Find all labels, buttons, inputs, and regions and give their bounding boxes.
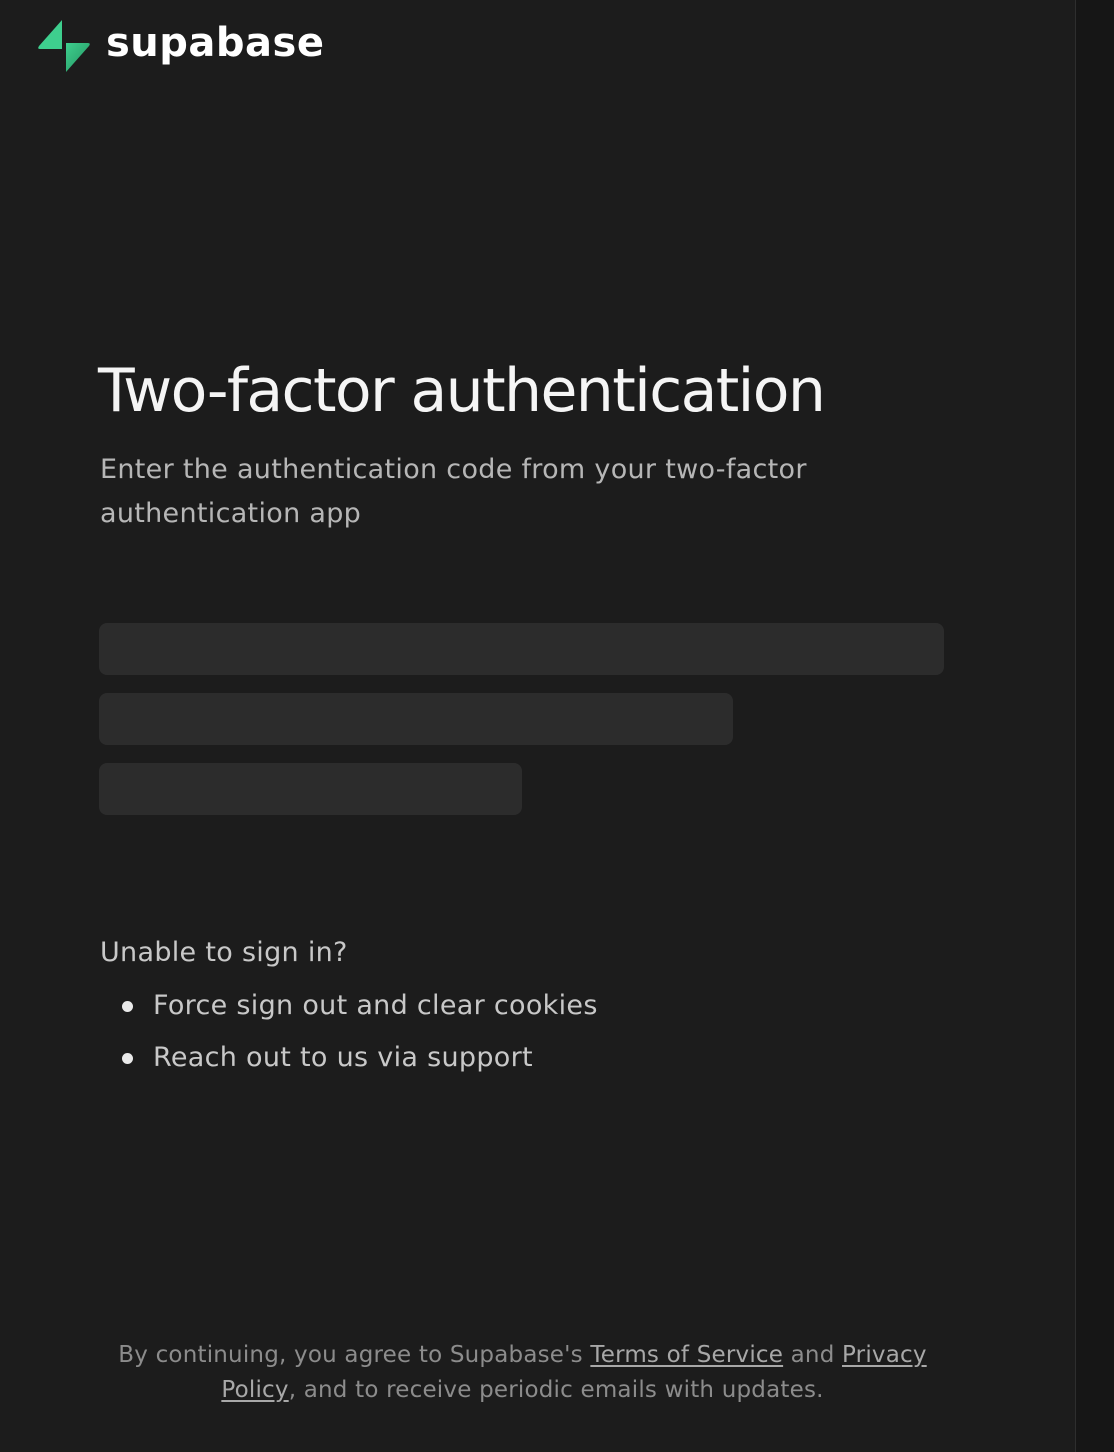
- contact-support-link[interactable]: Reach out to us via support: [100, 1032, 598, 1084]
- brand-logo[interactable]: supabase: [36, 18, 324, 74]
- bullet-icon: [122, 1001, 133, 1012]
- footer-middle: and: [783, 1342, 843, 1368]
- help-list: Force sign out and clear cookies Reach o…: [100, 980, 598, 1084]
- sign-in-help: Unable to sign in? Force sign out and cl…: [100, 930, 598, 1084]
- contact-support-label: Reach out to us via support: [153, 1042, 533, 1073]
- loading-skeleton-bar: [99, 693, 733, 745]
- footer-prefix: By continuing, you agree to Supabase's: [118, 1342, 591, 1368]
- terms-of-service-link[interactable]: Terms of Service: [590, 1342, 783, 1368]
- force-sign-out-label: Force sign out and clear cookies: [153, 990, 598, 1021]
- force-sign-out-link[interactable]: Force sign out and clear cookies: [100, 980, 598, 1032]
- supabase-bolt-icon: [38, 20, 90, 72]
- brand-name: supabase: [106, 20, 325, 66]
- help-title: Unable to sign in?: [100, 937, 348, 968]
- legal-footer: By continuing, you agree to Supabase's T…: [100, 1338, 945, 1408]
- loading-skeleton-bar: [99, 763, 522, 815]
- auth-page: supabase Two-factor authentication Enter…: [0, 0, 1114, 1452]
- footer-suffix: , and to receive periodic emails with up…: [288, 1377, 824, 1403]
- loading-skeleton-bar: [99, 623, 944, 675]
- bullet-icon: [122, 1053, 133, 1064]
- page-title: Two-factor authentication: [98, 356, 826, 426]
- side-panel-edge: [1075, 0, 1114, 1452]
- page-subtitle: Enter the authentication code from your …: [100, 454, 807, 529]
